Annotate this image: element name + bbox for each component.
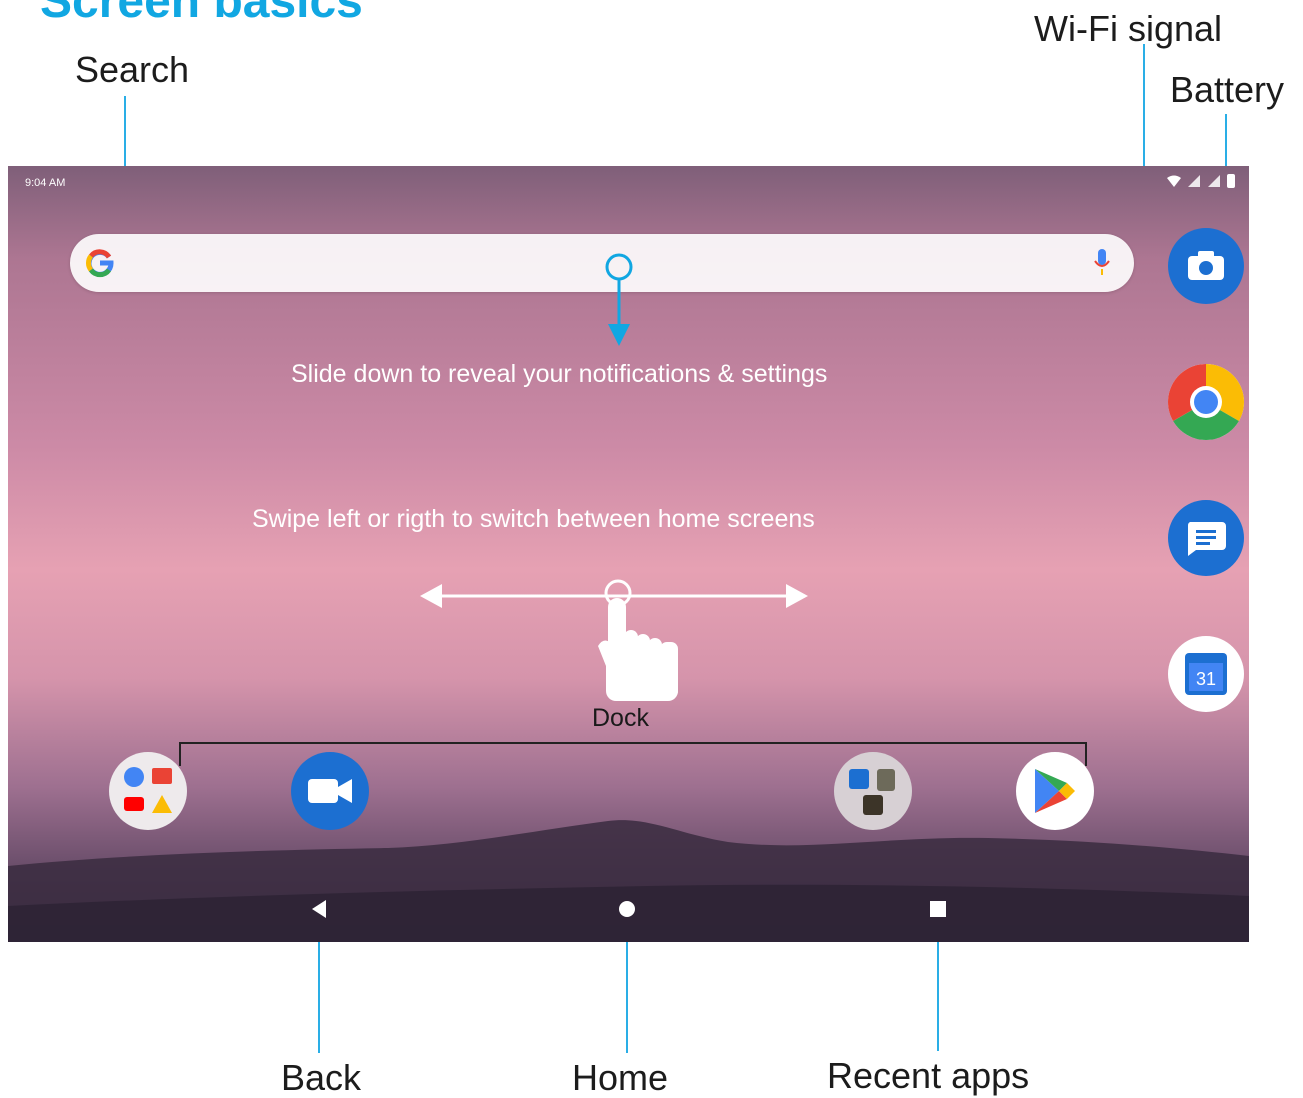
play-store-app[interactable] — [1016, 752, 1094, 830]
callout-recent-apps: Recent apps — [827, 1055, 1030, 1096]
home-button[interactable] — [614, 896, 640, 922]
home-icon — [619, 901, 635, 917]
google-folder-icon — [124, 767, 172, 813]
recent-apps-icon — [930, 901, 946, 917]
duo-icon — [308, 779, 352, 803]
duo-app[interactable] — [291, 752, 369, 830]
back-leader-line — [318, 928, 320, 1053]
callout-back: Back — [281, 1057, 362, 1098]
play-store-icon — [1035, 769, 1075, 813]
wifi-leader-line — [1143, 44, 1145, 179]
google-apps-folder[interactable] — [109, 752, 187, 830]
tablet-screen: 9:04 AM Slide down to reveal your notifi… — [8, 166, 1249, 942]
recent-leader-line — [937, 928, 939, 1051]
callout-home: Home — [572, 1057, 669, 1098]
tools-folder-icon — [849, 769, 895, 815]
callout-battery: Battery — [1170, 69, 1285, 110]
callout-wifi: Wi-Fi signal — [1034, 8, 1223, 49]
callout-search: Search — [75, 49, 190, 90]
back-button[interactable] — [306, 896, 332, 922]
tools-folder[interactable] — [834, 752, 912, 830]
back-icon — [312, 900, 326, 918]
page-title: Screen basics — [40, 0, 363, 28]
recent-apps-button[interactable] — [925, 896, 951, 922]
home-leader-line — [626, 928, 628, 1053]
